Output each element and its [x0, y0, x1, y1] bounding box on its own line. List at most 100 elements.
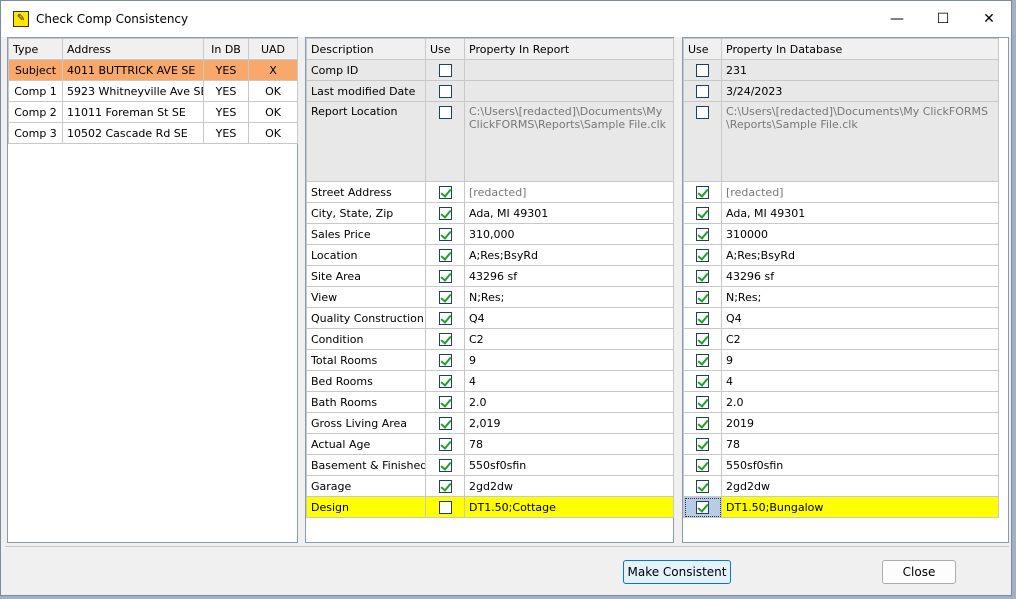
column-header[interactable]: UAD: [248, 38, 298, 60]
description-cell: Location: [306, 244, 426, 266]
checkbox-checked[interactable]: [696, 227, 709, 241]
use-checkbox-cell[interactable]: [683, 370, 722, 392]
use-checkbox-cell[interactable]: [683, 328, 722, 350]
use-checkbox-cell[interactable]: [425, 101, 465, 182]
use-checkbox-cell[interactable]: [683, 307, 722, 329]
checkbox-checked[interactable]: [696, 416, 709, 430]
use-checkbox-cell[interactable]: [425, 349, 465, 371]
use-checkbox-cell[interactable]: [683, 412, 722, 434]
checkbox-checked[interactable]: [696, 458, 709, 472]
checkbox-checked[interactable]: [438, 374, 452, 388]
checkbox-unchecked[interactable]: [438, 84, 452, 98]
make-consistent-button[interactable]: Make Consistent: [623, 560, 731, 584]
minimize-button[interactable]: —: [874, 1, 920, 37]
use-checkbox-cell[interactable]: [425, 391, 465, 413]
checkbox-checked[interactable]: [696, 374, 709, 388]
checkbox-checked[interactable]: [438, 311, 452, 325]
use-checkbox-cell[interactable]: [425, 328, 465, 350]
description-cell-text: Design: [311, 500, 349, 514]
column-header[interactable]: Type: [8, 38, 63, 60]
checkbox-checked[interactable]: [696, 248, 709, 262]
use-checkbox-cell[interactable]: [425, 80, 465, 102]
checkbox-checked[interactable]: [438, 269, 452, 283]
use-checkbox-cell[interactable]: [425, 202, 465, 224]
checkbox-checked[interactable]: [696, 479, 709, 493]
use-checkbox-cell[interactable]: [425, 496, 465, 518]
use-checkbox-cell[interactable]: [425, 244, 465, 266]
checkbox-checked[interactable]: [438, 206, 452, 220]
use-checkbox-cell[interactable]: [683, 433, 722, 455]
checkbox-checked[interactable]: [438, 248, 452, 262]
checkbox-checked[interactable]: [696, 311, 709, 325]
use-checkbox-cell[interactable]: [425, 475, 465, 497]
use-checkbox-cell[interactable]: [425, 307, 465, 329]
checkbox-unchecked[interactable]: [696, 63, 709, 77]
checkbox-checked[interactable]: [438, 458, 452, 472]
use-checkbox-cell[interactable]: [683, 265, 722, 287]
checkbox-checked[interactable]: [696, 500, 709, 514]
use-checkbox-cell[interactable]: [683, 349, 722, 371]
column-header[interactable]: In DB: [203, 38, 249, 60]
description-cell: Site Area: [306, 265, 426, 287]
use-checkbox-cell[interactable]: [425, 265, 465, 287]
checkbox-checked[interactable]: [438, 185, 452, 199]
column-header[interactable]: Use: [425, 38, 465, 60]
comp-row[interactable]: Subject 4011 BUTTRICK AVE SE YES X: [8, 59, 298, 81]
checkbox-checked[interactable]: [696, 206, 709, 220]
column-header[interactable]: Property In Report: [464, 38, 674, 60]
use-checkbox-cell[interactable]: [683, 244, 722, 266]
checkbox-checked[interactable]: [438, 353, 452, 367]
checkbox-unchecked[interactable]: [438, 63, 452, 77]
checkbox-unchecked[interactable]: [696, 84, 709, 98]
checkbox-checked[interactable]: [438, 416, 452, 430]
checkbox-checked[interactable]: [696, 437, 709, 451]
column-header[interactable]: Address: [62, 38, 204, 60]
use-checkbox-cell[interactable]: [425, 181, 465, 203]
checkbox-unchecked[interactable]: [438, 500, 452, 514]
use-checkbox-cell[interactable]: [683, 59, 722, 81]
use-checkbox-cell[interactable]: [683, 223, 722, 245]
use-checkbox-cell[interactable]: [425, 433, 465, 455]
use-checkbox-cell[interactable]: [425, 223, 465, 245]
use-checkbox-cell[interactable]: [683, 475, 722, 497]
use-checkbox-cell[interactable]: [425, 59, 465, 81]
use-checkbox-cell[interactable]: [425, 370, 465, 392]
use-checkbox-cell[interactable]: [683, 454, 722, 476]
checkbox-checked[interactable]: [438, 479, 452, 493]
checkbox-unchecked[interactable]: [696, 105, 709, 119]
use-checkbox-cell[interactable]: [683, 391, 722, 413]
report-value-cell: Q4: [464, 307, 674, 329]
checkbox-checked[interactable]: [438, 332, 452, 346]
checkbox-checked[interactable]: [438, 290, 452, 304]
checkbox-checked[interactable]: [438, 227, 452, 241]
checkbox-unchecked[interactable]: [438, 105, 452, 119]
close-button[interactable]: Close: [882, 560, 956, 584]
checkbox-checked[interactable]: [696, 290, 709, 304]
use-checkbox-cell[interactable]: [425, 454, 465, 476]
column-header[interactable]: Description: [306, 38, 426, 60]
use-checkbox-cell[interactable]: [683, 80, 722, 102]
use-checkbox-cell[interactable]: [683, 202, 722, 224]
report-value-cell-text: Ada, MI 49301: [469, 206, 549, 220]
checkbox-checked[interactable]: [438, 395, 452, 409]
use-checkbox-cell[interactable]: [683, 496, 722, 518]
comp-row[interactable]: Comp 2 11011 Foreman St SE YES OK: [8, 101, 298, 123]
column-header[interactable]: Use: [683, 38, 722, 60]
use-checkbox-cell[interactable]: [683, 101, 722, 182]
close-window-button[interactable]: ✕: [966, 1, 1012, 37]
comp-row[interactable]: Comp 3 10502 Cascade Rd SE YES OK: [8, 122, 298, 144]
use-checkbox-cell[interactable]: [683, 286, 722, 308]
checkbox-checked[interactable]: [696, 395, 709, 409]
comp-row[interactable]: Comp 1 5923 Whitneyville Ave SE YES OK: [8, 80, 298, 102]
use-checkbox-cell[interactable]: [425, 412, 465, 434]
use-checkbox-cell[interactable]: [425, 286, 465, 308]
comp-cell: 11011 Foreman St SE: [62, 101, 204, 123]
checkbox-checked[interactable]: [696, 185, 709, 199]
checkbox-checked[interactable]: [696, 353, 709, 367]
column-header[interactable]: Property In Database: [721, 38, 999, 60]
maximize-button[interactable]: ☐: [920, 1, 966, 37]
use-checkbox-cell[interactable]: [683, 181, 722, 203]
checkbox-checked[interactable]: [438, 437, 452, 451]
checkbox-checked[interactable]: [696, 332, 709, 346]
checkbox-checked[interactable]: [696, 269, 709, 283]
